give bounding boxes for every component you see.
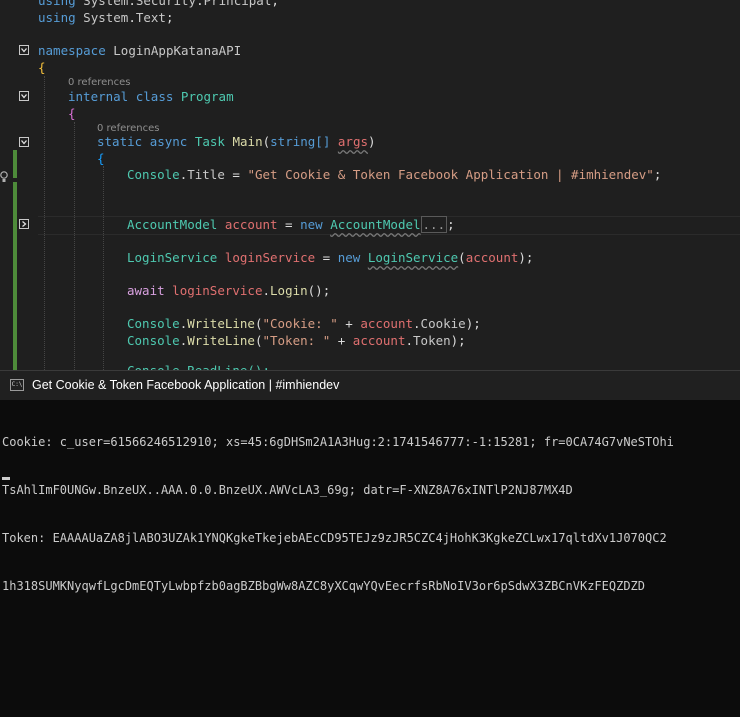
code-line-partial: Console.ReadLine(); (127, 362, 270, 370)
code-line-method: static async Task Main(string[] args) (97, 134, 376, 149)
collapse-class-icon[interactable] (19, 91, 29, 101)
code-line-await: await loginService.Login(); (127, 283, 331, 298)
console-line: TsAhlImF0UNGw.BnzeUX..AAA.0.0.BnzeUX.AWV… (2, 483, 573, 497)
indent-guide (103, 166, 104, 370)
console-cursor (2, 477, 10, 480)
console-line: Token: EAAAAUaZA8jlABO3UZAk1YNQKgkeTkeje… (2, 531, 667, 545)
console-line: 1h318SUMKNyqwfLgcDmEQTyLwbpfzb0agBZBbgWw… (2, 579, 645, 593)
code-line-account: AccountModel account = new AccountModel.… (127, 216, 455, 233)
code-line-namespace: namespace LoginAppKatanaAPI (38, 43, 242, 58)
console-output[interactable]: Cookie: c_user=61566246512910; xs=45:6gD… (2, 402, 740, 626)
console-titlebar[interactable]: C:\ Get Cookie & Token Facebook Applicat… (0, 370, 740, 400)
console-app-icon: C:\ (10, 379, 24, 391)
code-line-writeline-cookie: Console.WriteLine("Cookie: " + account.C… (127, 316, 481, 331)
code-line-brace: { (68, 106, 76, 121)
console-line: Cookie: c_user=61566246512910; xs=45:6gD… (2, 435, 674, 449)
code-line-service: LoginService loginService = new LoginSer… (127, 250, 534, 265)
code-line-writeline-token: Console.WriteLine("Token: " + account.To… (127, 333, 466, 348)
change-indicator-bar (13, 150, 17, 178)
indent-guide (74, 122, 75, 370)
codelens-references[interactable]: 0 references (68, 77, 131, 88)
collapsed-code-indicator[interactable]: ... (420, 216, 448, 233)
code-line-brace: { (97, 151, 105, 166)
console-window-title: Get Cookie & Token Facebook Application … (32, 378, 340, 392)
collapse-method-icon[interactable] (19, 137, 29, 147)
expand-region-icon[interactable] (19, 219, 29, 229)
console-window[interactable]: C:\ Get Cookie & Token Facebook Applicat… (0, 370, 740, 717)
collapse-namespace-icon[interactable] (19, 45, 29, 55)
code-line-using: using System.Text; (38, 10, 174, 25)
code-line-class: internal class Program (68, 89, 234, 104)
lightbulb-icon[interactable] (0, 168, 8, 182)
code-editor[interactable]: using System.Security.Principal; using S… (0, 0, 740, 370)
change-indicator-bar (13, 182, 17, 370)
code-line-using: using System.Security.Principal; (38, 0, 279, 8)
code-line-console-title: Console.Title = "Get Cookie & Token Face… (127, 167, 662, 182)
code-line-brace: { (38, 60, 46, 75)
